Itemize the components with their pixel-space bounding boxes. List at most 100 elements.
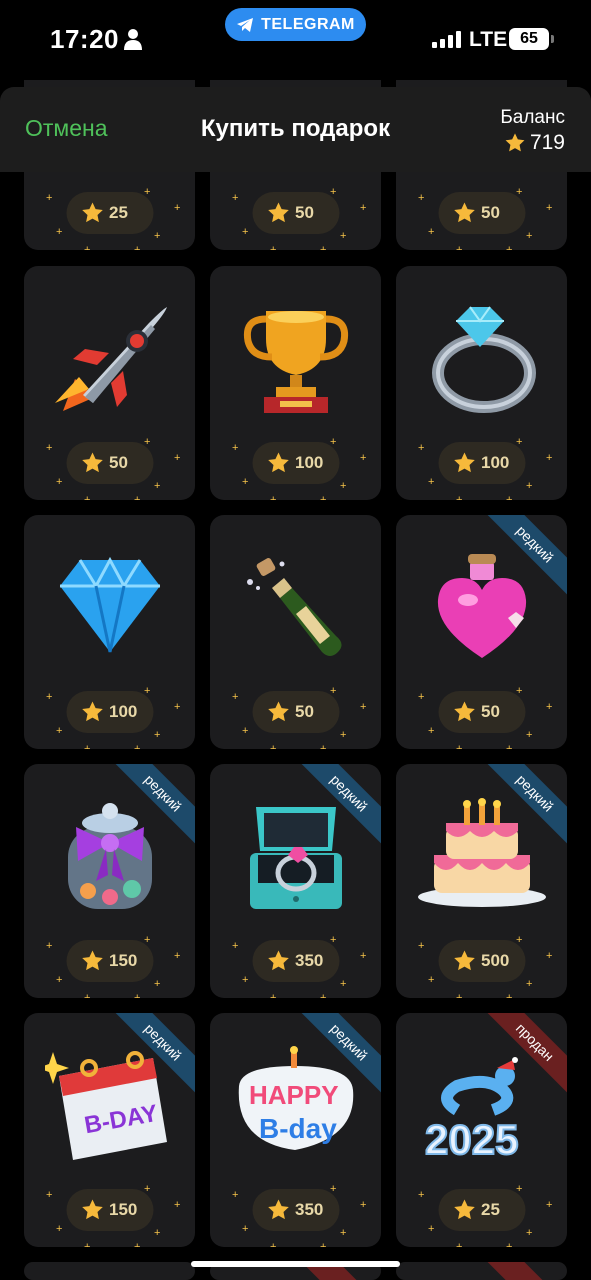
star-icon: [453, 202, 475, 223]
price-badge[interactable]: 25: [66, 192, 153, 234]
price-badge[interactable]: 350: [252, 940, 339, 982]
sparkle-icon: +: [46, 691, 53, 703]
price-value: 50: [109, 453, 128, 472]
sparkle-icon: +: [56, 226, 63, 238]
sparkle-icon: +: [270, 244, 277, 250]
sparkle-icon: +: [84, 494, 91, 500]
price-badge[interactable]: 150: [66, 1189, 153, 1231]
price-badge[interactable]: 50: [66, 442, 153, 484]
price-badge[interactable]: 100: [252, 442, 339, 484]
price-badge[interactable]: 500: [438, 940, 525, 982]
gift-card[interactable]: ++++++++100: [24, 515, 195, 749]
sparkle-icon: +: [506, 244, 513, 250]
price-badge[interactable]: 50: [252, 691, 339, 733]
sparkle-icon: +: [456, 494, 463, 500]
gift-card[interactable]: ++++++++50редкий: [396, 515, 567, 749]
star-icon: [453, 950, 475, 971]
star-icon: [267, 452, 289, 473]
sparkle-icon: +: [360, 202, 367, 214]
gift-card[interactable]: 2025++++++++25продан: [396, 1013, 567, 1247]
price-value: 50: [481, 203, 500, 222]
star-icon: [453, 1199, 475, 1220]
sparkle-icon: +: [154, 1227, 161, 1239]
svg-text:HAPPY: HAPPY: [249, 1080, 339, 1110]
gift-card[interactable]: ++++++++100: [210, 266, 381, 500]
gift-card[interactable]: [24, 1262, 195, 1280]
sparkle-icon: +: [134, 494, 141, 500]
price-badge[interactable]: 100: [438, 442, 525, 484]
rocket-icon: [24, 296, 195, 421]
telegram-pill[interactable]: TELEGRAM: [225, 8, 366, 41]
sparkle-icon: +: [242, 725, 249, 737]
sparkle-icon: +: [526, 480, 533, 492]
sparkle-icon: +: [154, 729, 161, 741]
price-badge[interactable]: 50: [252, 192, 339, 234]
star-icon: [81, 701, 103, 722]
price-badge[interactable]: 50: [438, 192, 525, 234]
svg-text:2025: 2025: [425, 1116, 518, 1163]
sparkle-icon: +: [456, 1241, 463, 1247]
sparkle-icon: +: [174, 950, 181, 962]
price-badge[interactable]: 150: [66, 940, 153, 982]
gift-card[interactable]: ++++++++350редкий: [210, 764, 381, 998]
balance-value: 719: [504, 131, 565, 155]
price-value: 100: [109, 702, 138, 721]
sparkle-icon: +: [546, 452, 553, 464]
sparkle-icon: +: [506, 992, 513, 998]
balance-label: Баланс: [500, 107, 565, 128]
gift-card[interactable]: B-DAY++++++++150редкий: [24, 1013, 195, 1247]
sparkle-icon: +: [84, 1241, 91, 1247]
sparkle-icon: +: [232, 192, 239, 204]
sparkle-icon: +: [456, 743, 463, 749]
sparkle-icon: +: [134, 1241, 141, 1247]
sparkle-icon: +: [174, 1199, 181, 1211]
price-badge[interactable]: 25: [438, 1189, 525, 1231]
sparkle-icon: +: [546, 701, 553, 713]
sparkle-icon: +: [340, 978, 347, 990]
price-value: 350: [295, 1200, 324, 1219]
sparkle-icon: +: [242, 476, 249, 488]
price-badge[interactable]: 50: [438, 691, 525, 733]
price-badge[interactable]: 100: [66, 691, 153, 733]
status-time: 17:20: [50, 24, 119, 54]
sparkle-icon: +: [506, 743, 513, 749]
sparkle-icon: +: [546, 950, 553, 962]
sparkle-icon: +: [418, 1189, 425, 1201]
svg-text:B-day: B-day: [259, 1113, 337, 1144]
sparkle-icon: +: [154, 230, 161, 242]
sparkle-icon: +: [360, 452, 367, 464]
sparkle-icon: +: [320, 494, 327, 500]
sparkle-icon: +: [428, 1223, 435, 1235]
sparkle-icon: +: [174, 452, 181, 464]
signal-icon: [432, 30, 461, 48]
star-icon: [81, 452, 103, 473]
sparkle-icon: +: [340, 729, 347, 741]
gift-card[interactable]: ++++++++50: [210, 515, 381, 749]
trophy-icon: [210, 296, 381, 421]
sparkle-icon: +: [56, 725, 63, 737]
gift-card[interactable]: ++++++++150редкий: [24, 764, 195, 998]
sparkle-icon: +: [320, 1241, 327, 1247]
gift-card[interactable]: ++++++++50: [24, 266, 195, 500]
sparkle-icon: +: [428, 226, 435, 238]
price-value: 100: [481, 453, 510, 472]
sparkle-icon: +: [526, 1227, 533, 1239]
sparkle-icon: +: [360, 701, 367, 713]
battery-level: 65: [520, 30, 538, 47]
sparkle-icon: +: [320, 743, 327, 749]
network-label: LTE: [469, 28, 508, 51]
sold-ribbon: [483, 1262, 567, 1280]
header: Отмена Купить подарок Баланс 719: [0, 87, 591, 172]
price-value: 100: [295, 453, 324, 472]
sparkle-icon: +: [506, 494, 513, 500]
gift-card[interactable]: ++++++++500редкий: [396, 764, 567, 998]
gift-card[interactable]: ++++++++100: [396, 266, 567, 500]
sparkle-icon: +: [456, 244, 463, 250]
price-value: 50: [481, 702, 500, 721]
sparkle-icon: +: [270, 992, 277, 998]
gift-card[interactable]: [396, 1262, 567, 1280]
sparkle-icon: +: [84, 743, 91, 749]
sparkle-icon: +: [84, 244, 91, 250]
gift-card[interactable]: HAPPYB-day++++++++350редкий: [210, 1013, 381, 1247]
price-badge[interactable]: 350: [252, 1189, 339, 1231]
